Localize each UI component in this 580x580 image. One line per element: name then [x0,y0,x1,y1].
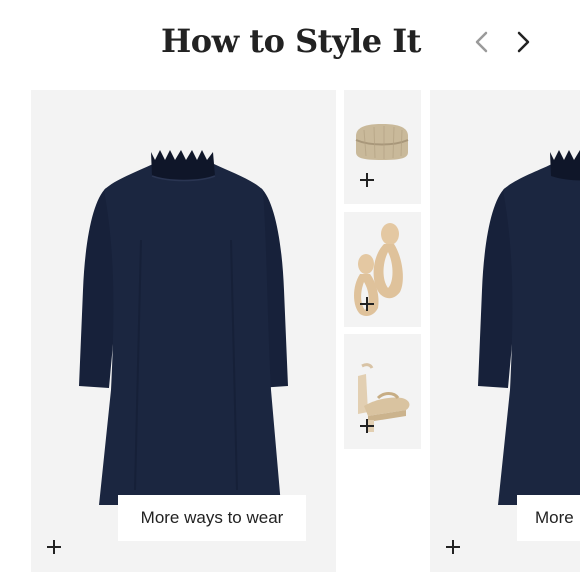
next-button[interactable] [507,26,539,58]
accessory-card-earrings[interactable] [344,212,421,327]
accessory-card-sandals[interactable] [344,334,421,449]
carousel-header: How to Style It [0,0,580,88]
earrings-image [354,223,403,316]
chevron-left-icon [475,31,488,53]
more-ways-to-wear-button-next[interactable]: More [517,495,580,541]
add-accessory-icon[interactable] [358,171,376,189]
accessory-card-clutch[interactable] [344,90,421,204]
add-look-icon[interactable] [45,538,63,556]
add-look-icon[interactable] [444,538,462,556]
add-accessory-icon[interactable] [358,417,376,435]
more-ways-to-wear-button[interactable]: More ways to wear [118,495,306,541]
sandals-image [358,363,410,432]
chevron-right-icon [517,31,530,53]
clutch-image [355,124,409,160]
prev-button[interactable] [466,26,498,58]
add-accessory-icon[interactable] [358,295,376,313]
